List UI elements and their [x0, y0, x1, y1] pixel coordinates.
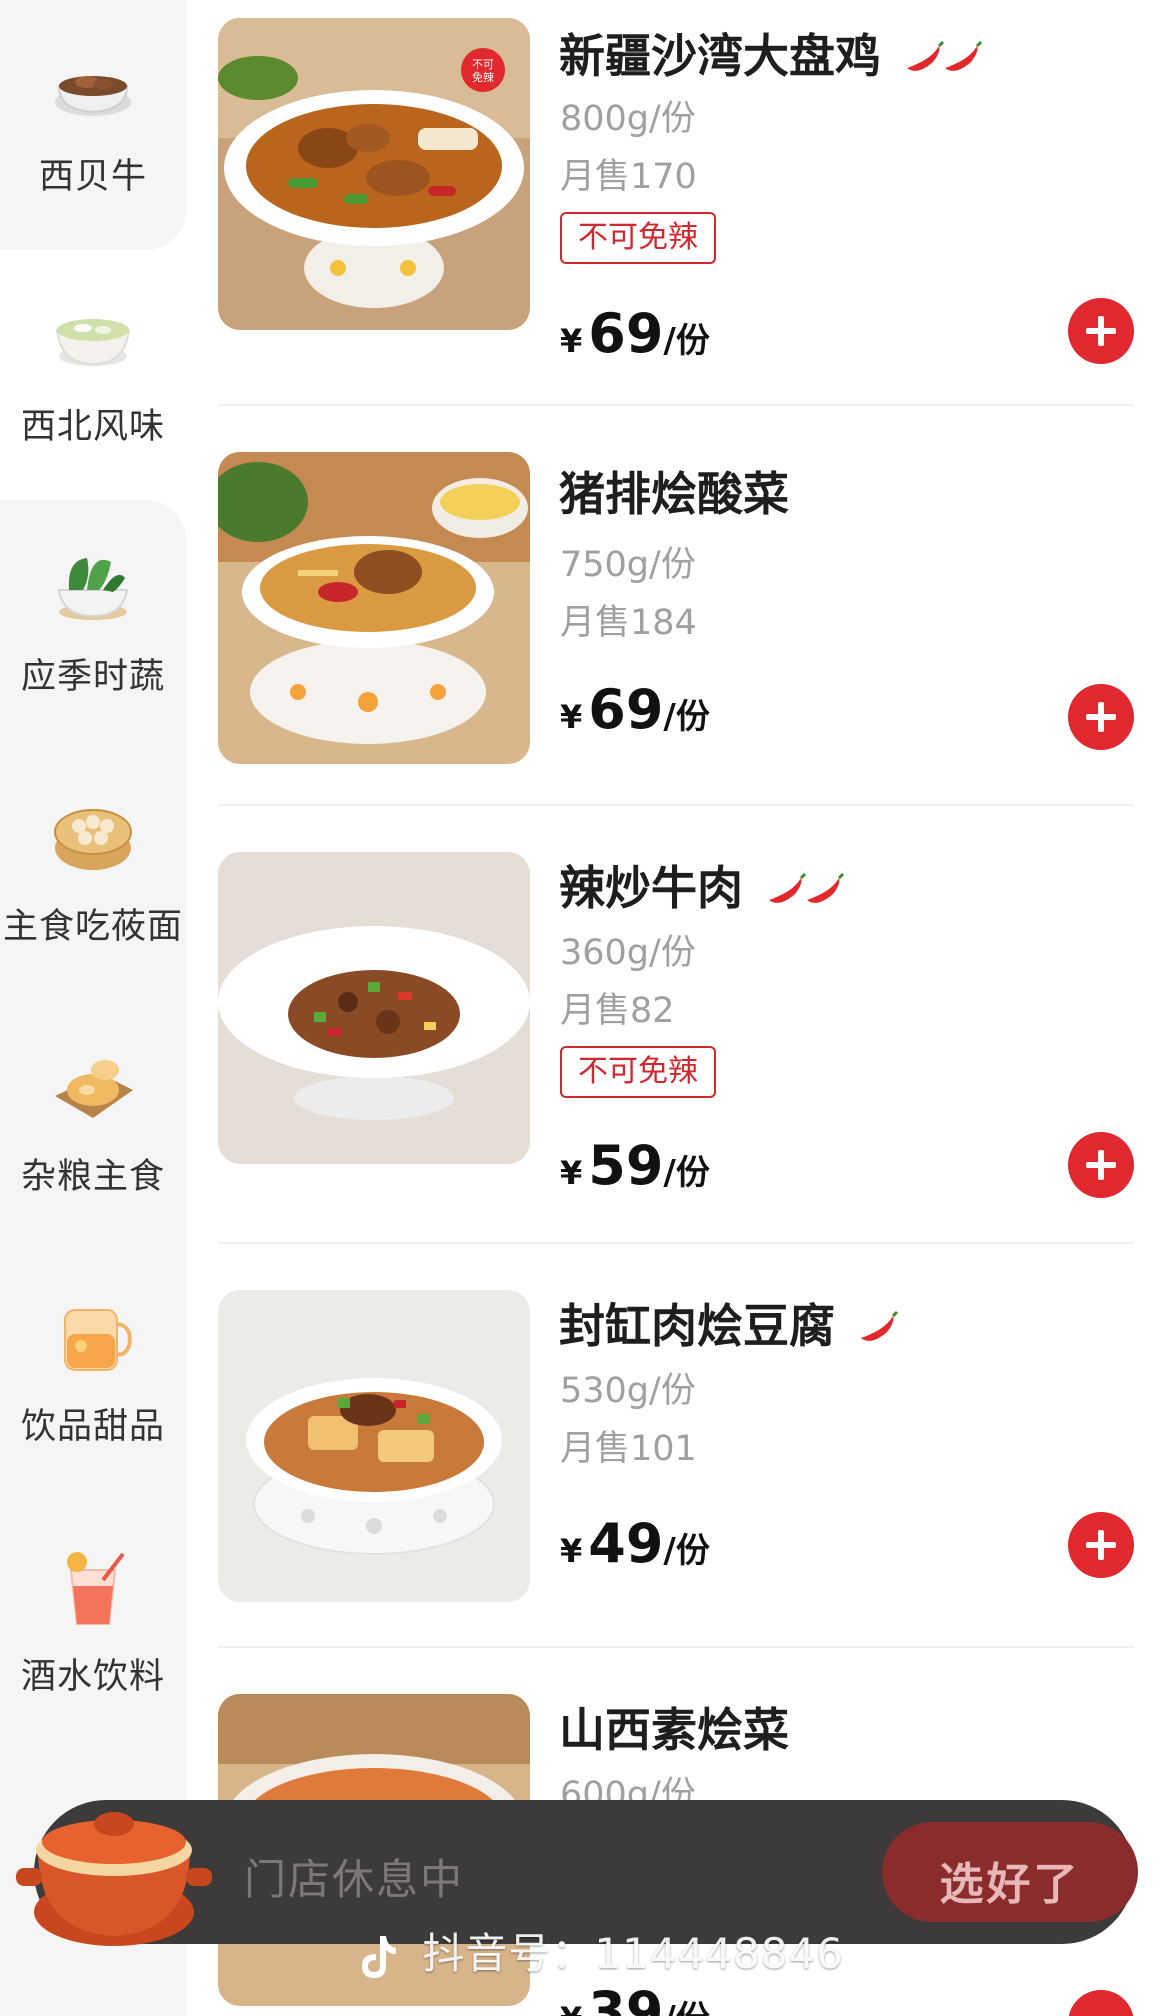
- store-closed-status: 门店休息中: [244, 1855, 465, 1904]
- dish-price: ¥69/份: [560, 302, 710, 365]
- dish-price: ¥39/份: [560, 1980, 710, 2016]
- dish-name-row: 封缸肉烩豆腐: [559, 1290, 901, 1356]
- add-to-cart-button[interactable]: [1068, 684, 1134, 750]
- monthly-sales: 月售170: [560, 157, 697, 197]
- monthly-sales: 月售82: [560, 991, 675, 1031]
- sidebar-item-drinks-desserts[interactable]: 饮品甜品: [0, 1250, 186, 1500]
- dish-name-row: 辣炒牛肉: [559, 852, 847, 918]
- dish-name-row: 新疆沙湾大盘鸡: [559, 20, 985, 86]
- steamer-icon: [54, 809, 132, 870]
- price-value: 59: [588, 1134, 664, 1197]
- price-unit: /份: [663, 1531, 710, 1571]
- sidebar-item-label: 杂粮主食: [20, 1157, 165, 1197]
- dish-photo: [218, 452, 530, 764]
- sidebar-item-label: 西贝牛: [38, 157, 147, 197]
- sidebar-item-grain-staples[interactable]: 杂粮主食: [0, 1000, 186, 1250]
- price-unit: /份: [663, 321, 710, 361]
- price-unit: /份: [663, 697, 710, 737]
- sidebar-item-label: 西北风味: [20, 407, 165, 447]
- dish-item[interactable]: 猪排烩酸菜 750g/份 月售184 ¥69/份: [216, 452, 1134, 772]
- tiktok-logo-icon: [362, 1935, 396, 1978]
- soup-bowl-icon: [55, 319, 131, 366]
- price-unit: /份: [663, 1999, 709, 2016]
- teapot-icon: [64, 1309, 132, 1371]
- add-to-cart-button[interactable]: [1068, 298, 1134, 364]
- no-mild-option-tag: 不可免辣: [560, 212, 716, 264]
- dish-name: 封缸肉烩豆腐: [559, 1299, 835, 1353]
- spicy-badge-line1: 不可: [472, 58, 494, 71]
- sidebar-item-label: 主食吃莜面: [2, 907, 183, 947]
- divider: [218, 404, 1134, 406]
- dish-price: ¥69/份: [560, 678, 710, 741]
- checkout-label: 选好了: [939, 1859, 1081, 1910]
- chili-pepper-icon: [769, 872, 845, 903]
- sidebar-item-seasonal-veg[interactable]: 应季时蔬: [0, 500, 186, 750]
- flatbread-icon: [55, 1060, 133, 1118]
- sidebar-item-label: 酒水饮料: [20, 1657, 165, 1697]
- watermark-text: 抖音号：114448846: [422, 1929, 844, 1978]
- dish-item[interactable]: 不可 免辣 新疆沙湾大盘鸡 800g/份 月售170 不可免辣 ¥69/份: [216, 18, 1134, 365]
- sidebar-item-label: 应季时蔬: [20, 657, 165, 697]
- dish-price: ¥49/份: [560, 1512, 710, 1575]
- currency-symbol: ¥: [560, 1154, 583, 1192]
- spicy-badge-line2: 免辣: [472, 70, 494, 84]
- monthly-sales: 月售101: [560, 1429, 697, 1469]
- dish-item[interactable]: 封缸肉烩豆腐 530g/份 月售101 ¥49/份: [216, 1290, 1134, 1610]
- divider: [218, 1646, 1134, 1648]
- juice-cup-icon: [67, 1552, 125, 1625]
- currency-symbol: ¥: [560, 1532, 583, 1570]
- divider: [218, 804, 1134, 806]
- add-to-cart-button[interactable]: [1068, 1132, 1134, 1198]
- dish-price: ¥59/份: [560, 1134, 710, 1197]
- dish-photo: [218, 1290, 530, 1602]
- price-value: 69: [588, 302, 664, 365]
- price-value: 69: [588, 678, 664, 741]
- cart-pot-icon[interactable]: [14, 1772, 214, 1952]
- greens-bowl-icon: [57, 558, 129, 620]
- category-sidebar: 西贝牛 西北风味 应季时蔬 主食吃莜面 杂粮主食 饮品甜品 酒水饮料: [0, 0, 186, 2016]
- price-value: 49: [588, 1512, 664, 1575]
- divider: [218, 1242, 1134, 1244]
- dish-weight: 530g/份: [560, 1371, 696, 1411]
- beef-pot-icon: [55, 76, 131, 116]
- no-mild-option-tag: 不可免辣: [560, 1046, 716, 1098]
- dish-photo: [218, 852, 530, 1164]
- douyin-watermark: 抖音号：114448846: [358, 1920, 844, 1981]
- dish-name: 猪排烩酸菜: [559, 467, 789, 521]
- chili-pepper-icon: [861, 1310, 899, 1341]
- add-to-cart-button[interactable]: [1068, 1512, 1134, 1578]
- price-value: 39: [588, 1980, 664, 2016]
- currency-symbol: ¥: [560, 2000, 582, 2016]
- currency-symbol: ¥: [560, 698, 583, 736]
- sidebar-item-alcohol-beverages[interactable]: 酒水饮料: [0, 1500, 186, 1750]
- dish-name: 辣炒牛肉: [559, 861, 743, 915]
- dish-item[interactable]: 辣炒牛肉 360g/份 月售82 不可免辣 ¥59/份: [216, 852, 1134, 1232]
- sidebar-item-staple-oat-noodles[interactable]: 主食吃莜面: [0, 750, 186, 1000]
- dish-weight: 800g/份: [560, 99, 696, 139]
- dish-photo: 不可 免辣: [218, 18, 530, 330]
- currency-symbol: ¥: [560, 322, 583, 360]
- dish-weight: 750g/份: [560, 545, 696, 585]
- sidebar-item-label: 饮品甜品: [20, 1407, 165, 1447]
- checkout-button[interactable]: 选好了: [882, 1822, 1138, 1922]
- dish-weight: 360g/份: [560, 933, 696, 973]
- monthly-sales: 月售184: [560, 603, 697, 643]
- chili-pepper-icon: [907, 40, 983, 71]
- price-unit: /份: [663, 1153, 710, 1193]
- dish-name: 新疆沙湾大盘鸡: [559, 29, 881, 83]
- dish-name: 山西素烩菜: [559, 1703, 789, 1757]
- sidebar-item-northwest-flavor[interactable]: 西北风味: [0, 250, 186, 500]
